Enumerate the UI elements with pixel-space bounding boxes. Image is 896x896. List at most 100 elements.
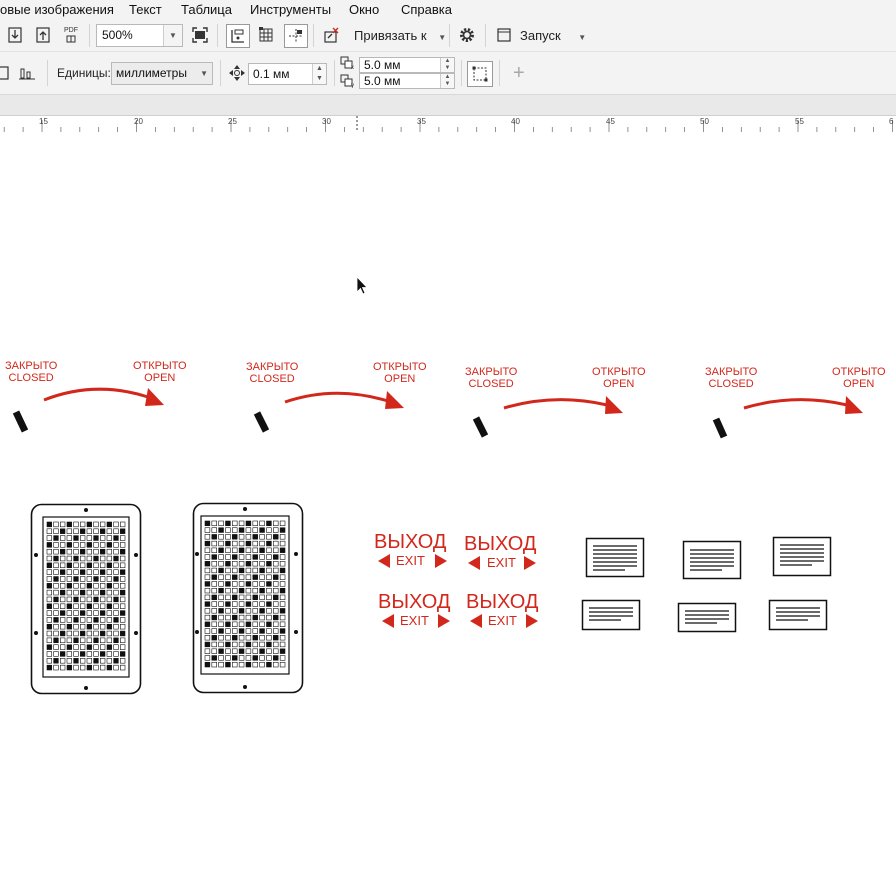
import-icon[interactable] xyxy=(4,24,26,46)
valve-diagram[interactable]: ЗАКРЫТО CLOSED ОТКРЫТО OPEN xyxy=(240,358,460,448)
toolbar-separator xyxy=(485,24,486,47)
svg-text:x: x xyxy=(351,65,354,70)
units-select[interactable]: миллиметры ▼ xyxy=(111,62,213,85)
rotation-arrow xyxy=(284,391,389,404)
spin-down-icon[interactable]: ▼ xyxy=(440,65,454,72)
ruler-label: 25 xyxy=(228,117,237,126)
toolbar-separator xyxy=(313,24,314,47)
show-grid-icon[interactable] xyxy=(255,24,277,46)
options-gear-icon[interactable] xyxy=(456,24,478,46)
snap-to-dropdown[interactable]: Привязать к ▼ xyxy=(354,28,446,43)
toolbar-separator xyxy=(89,24,90,47)
valve-diagram[interactable]: ЗАКРЫТО CLOSED ОТКРЫТО OPEN xyxy=(0,357,220,447)
add-preset-icon[interactable]: + xyxy=(513,63,525,83)
duplicate-x-icon: x xyxy=(338,55,358,71)
menu-window[interactable]: Окно xyxy=(349,2,379,17)
horizontal-ruler[interactable]: 15 20 25 30 35 40 45 50 55 6 xyxy=(0,115,896,133)
valve-handle xyxy=(12,410,29,433)
portrait-icon[interactable] xyxy=(0,62,14,84)
exit-sign-subtitle: EXIT xyxy=(488,613,517,628)
chevron-down-icon: ▼ xyxy=(578,33,587,42)
spin-down-icon[interactable]: ▼ xyxy=(440,81,454,88)
arrow-left-icon xyxy=(378,554,390,568)
duplicate-y-field[interactable]: 5.0 мм ▲ ▼ xyxy=(359,73,455,89)
valve-handle xyxy=(472,416,489,438)
spin-down-icon[interactable]: ▼ xyxy=(312,74,326,84)
nudge-distance-value: 0.1 мм xyxy=(253,67,290,81)
menu-table[interactable]: Таблица xyxy=(181,2,232,17)
arrow-left-icon xyxy=(470,614,482,628)
toolbar-separator xyxy=(217,24,218,47)
units-label: Единицы: xyxy=(57,66,111,80)
svg-text:y: y xyxy=(351,83,354,88)
zoom-level-value: 500% xyxy=(102,28,133,42)
drawing-canvas[interactable]: ЗАКРЫТО CLOSED ОТКРЫТО OPEN ЗАКРЫТО CLOSED … xyxy=(0,132,896,896)
show-rulers-icon[interactable] xyxy=(226,24,250,48)
control-panel-drawing[interactable] xyxy=(192,502,304,694)
duplicate-y-icon: y xyxy=(338,73,358,89)
exit-sign[interactable]: ВЫХОД EXIT xyxy=(376,591,456,635)
toolbar-separator xyxy=(461,60,462,86)
arrow-left-icon xyxy=(468,556,480,570)
zoom-level-combo[interactable]: 500% ▼ xyxy=(96,24,183,47)
text-plaque[interactable] xyxy=(581,599,643,633)
arrowhead-icon xyxy=(605,396,623,414)
exit-sign-title: ВЫХОД xyxy=(378,591,451,613)
show-guidelines-icon[interactable] xyxy=(284,24,308,48)
toolbar-separator xyxy=(449,24,450,47)
text-plaque[interactable] xyxy=(772,536,834,578)
chevron-down-icon[interactable]: ▼ xyxy=(163,25,182,46)
ruler-label: 20 xyxy=(134,117,143,126)
control-panel-drawing[interactable] xyxy=(30,503,142,695)
units-value: миллиметры xyxy=(116,66,187,80)
snap-off-icon[interactable] xyxy=(320,24,342,46)
toolbar-separator xyxy=(499,60,500,86)
duplicate-x-value: 5.0 мм xyxy=(364,58,401,72)
exit-sign[interactable]: ВЫХОД EXIT xyxy=(462,532,542,576)
exit-sign[interactable]: ВЫХОД EXIT xyxy=(464,591,544,635)
valve-diagram[interactable]: ЗАКРЫТО CLOSED ОТКРЫТО OPEN xyxy=(700,363,896,453)
launch-dropdown[interactable]: Запуск ▼ xyxy=(520,28,586,43)
property-bar: Единицы: миллиметры ▼ 0.1 мм ▲ ▼ x 5.0 м… xyxy=(0,52,896,95)
nudge-distance-field[interactable]: 0.1 мм ▲ ▼ xyxy=(248,63,327,85)
treat-as-filled-icon[interactable] xyxy=(467,61,493,87)
ruler-label: 15 xyxy=(39,117,48,126)
exit-sign[interactable]: ВЫХОД EXIT xyxy=(372,530,452,574)
launch-app-icon[interactable] xyxy=(493,24,515,46)
duplicate-x-field[interactable]: 5.0 мм ▲ ▼ xyxy=(359,57,455,73)
align-bottom-icon[interactable] xyxy=(16,62,38,84)
spin-up-icon[interactable]: ▲ xyxy=(312,64,326,74)
mouse-pointer-icon xyxy=(356,276,368,295)
ruler-label: 40 xyxy=(511,117,520,126)
ruler-label: 6 xyxy=(889,117,894,126)
ruler-label: 55 xyxy=(795,117,804,126)
toolbar-separator xyxy=(47,60,48,86)
valve-diagram[interactable]: ЗАКРЫТО CLOSED ОТКРЫТО OPEN xyxy=(460,363,680,453)
export-icon[interactable] xyxy=(32,24,54,46)
workspace-gap xyxy=(0,95,896,115)
menu-bitmaps[interactable]: овые изображения xyxy=(0,2,114,17)
ruler-label: 35 xyxy=(417,117,426,126)
spin-up-icon[interactable]: ▲ xyxy=(440,58,454,65)
valve-arrow-graphic xyxy=(12,387,164,433)
full-screen-icon[interactable] xyxy=(189,24,211,46)
text-plaque[interactable] xyxy=(677,602,739,636)
arrow-right-icon xyxy=(435,554,447,568)
menu-help[interactable]: Справка xyxy=(401,2,452,17)
nudge-distance-icon xyxy=(226,62,248,84)
arrowhead-icon xyxy=(145,388,164,406)
menu-bar: овые изображения Текст Таблица Инструмен… xyxy=(0,0,896,20)
text-plaque[interactable] xyxy=(585,537,647,579)
valve-handle xyxy=(712,417,728,439)
exit-sign-title: ВЫХОД xyxy=(374,531,447,553)
spin-up-icon[interactable]: ▲ xyxy=(440,74,454,81)
launch-label: Запуск xyxy=(520,28,561,43)
toolbar-separator xyxy=(334,60,335,86)
ruler-label: 50 xyxy=(700,117,709,126)
menu-tools[interactable]: Инструменты xyxy=(250,2,331,17)
menu-text[interactable]: Текст xyxy=(129,2,162,17)
text-plaque[interactable] xyxy=(682,540,744,582)
publish-pdf-icon[interactable]: PDF xyxy=(60,24,82,46)
text-plaque[interactable] xyxy=(768,599,830,633)
rotation-arrow xyxy=(743,398,848,410)
